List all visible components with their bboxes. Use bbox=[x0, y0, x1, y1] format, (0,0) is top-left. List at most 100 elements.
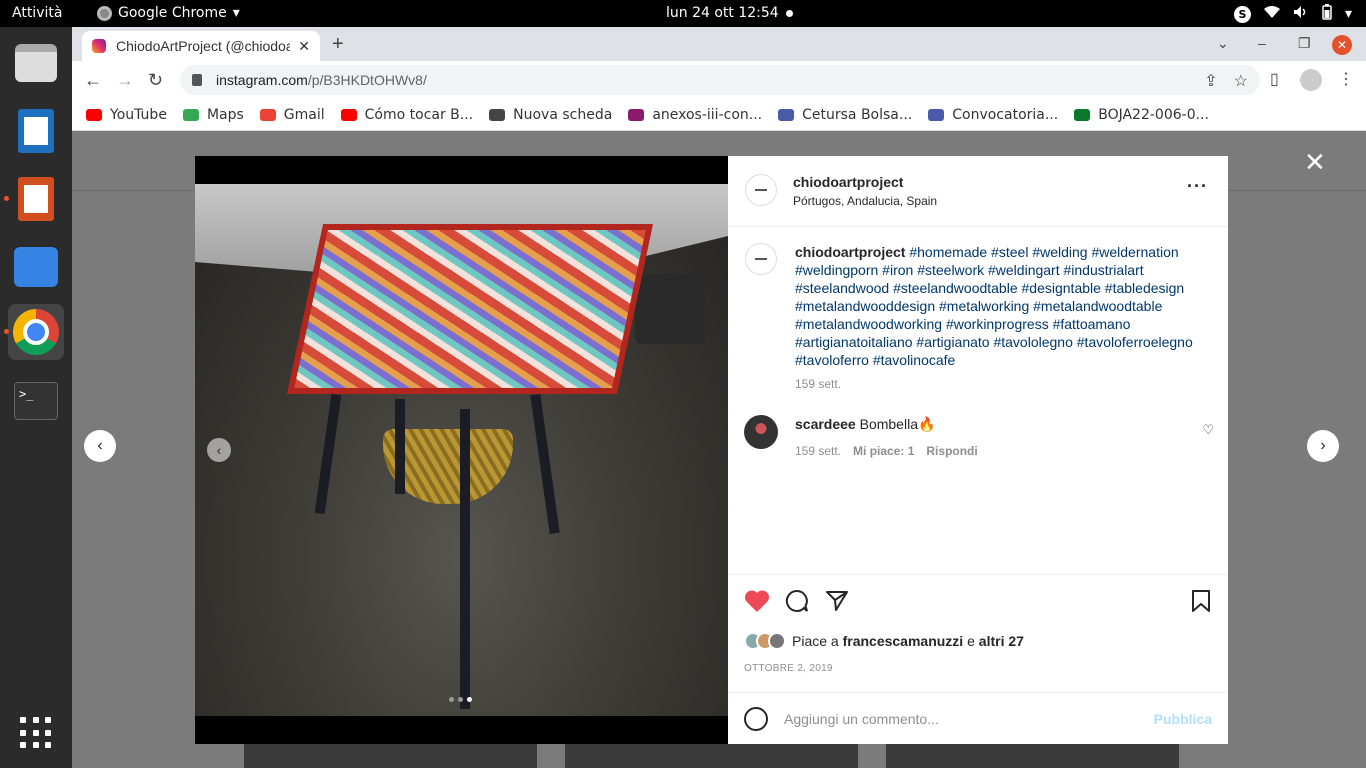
bookmark-cetursa[interactable]: Cetursa Bolsa... bbox=[778, 107, 912, 123]
dock-chrome[interactable] bbox=[4, 304, 64, 360]
post-photo[interactable]: ‹ bbox=[195, 156, 728, 744]
comment-age: 159 sett. bbox=[795, 444, 842, 458]
like-comment-icon[interactable]: ♡ bbox=[1202, 422, 1214, 438]
comment-likes-link[interactable]: Mi piace: 1 bbox=[853, 444, 914, 458]
side-panel-icon[interactable]: ▯ bbox=[1270, 69, 1279, 89]
skype-icon[interactable]: S bbox=[1233, 5, 1251, 23]
new-tab-button[interactable]: + bbox=[332, 33, 344, 56]
activities-button[interactable]: Attività bbox=[12, 5, 62, 21]
files-icon bbox=[15, 44, 57, 82]
lock-icon bbox=[192, 74, 202, 86]
likes-summary: Piace a francescamanuzzi e altri 27 bbox=[744, 632, 1024, 650]
browser-window: ChiodoArtProject (@chiodoartproject) ✕ +… bbox=[72, 27, 1366, 768]
dock-files[interactable] bbox=[8, 35, 64, 91]
app-menu-label: Google Chrome bbox=[118, 5, 227, 21]
add-comment-bar: Pubblica bbox=[728, 692, 1228, 745]
like-heart-icon[interactable] bbox=[744, 589, 770, 620]
clock[interactable]: lun 24 ott 12:54 bbox=[666, 5, 779, 21]
carousel-dot bbox=[449, 697, 454, 702]
comment-text: Bombella🔥 bbox=[859, 416, 936, 432]
caption-hashtags[interactable]: #homemade #steel #welding #weldernation … bbox=[795, 244, 1193, 368]
bookmark-maps[interactable]: Maps bbox=[182, 107, 244, 123]
bookmark-nuova-scheda[interactable]: Nuova scheda bbox=[489, 107, 612, 123]
gmail-icon bbox=[259, 108, 276, 121]
dock-writer[interactable] bbox=[8, 103, 64, 159]
forward-button[interactable]: → bbox=[116, 70, 134, 91]
more-options-icon[interactable]: ··· bbox=[1187, 176, 1208, 197]
post-location[interactable]: Pórtugos, Andalucia, Spain bbox=[793, 194, 937, 208]
running-indicator bbox=[4, 329, 9, 334]
app-menu[interactable]: Google Chrome ▾ bbox=[97, 5, 240, 21]
publish-button[interactable]: Pubblica bbox=[1154, 711, 1212, 727]
profile-avatar[interactable] bbox=[1300, 69, 1322, 96]
dock-terminal[interactable]: >_ bbox=[8, 373, 64, 429]
next-post-button[interactable]: › bbox=[1307, 430, 1339, 462]
post-header: chiodoartproject Pórtugos, Andalucia, Sp… bbox=[728, 156, 1228, 227]
bookmark-youtube[interactable]: YouTube bbox=[86, 107, 167, 123]
post-actions: Piace a francescamanuzzi e altri 27 OTTO… bbox=[728, 574, 1228, 744]
bookmark-como-tocar[interactable]: Cómo tocar B... bbox=[340, 107, 473, 123]
circle-icon bbox=[778, 108, 795, 121]
caption-username[interactable]: chiodoartproject bbox=[795, 244, 905, 260]
chevron-down-icon: ▾ bbox=[232, 5, 240, 21]
chrome-small-icon bbox=[97, 5, 112, 21]
dock-impress[interactable] bbox=[4, 171, 64, 227]
maximize-button[interactable]: ❐ bbox=[1298, 35, 1311, 52]
close-tab-icon[interactable]: ✕ bbox=[298, 38, 310, 55]
software-store-icon bbox=[14, 247, 58, 287]
post-date: OTTOBRE 2, 2019 bbox=[744, 663, 833, 674]
reply-link[interactable]: Rispondi bbox=[926, 444, 977, 458]
globe-icon bbox=[489, 108, 506, 121]
reload-button[interactable]: ↻ bbox=[148, 70, 163, 91]
likes-others-link[interactable]: altri 27 bbox=[979, 633, 1024, 649]
table-photo-image bbox=[195, 184, 728, 716]
emoji-icon[interactable] bbox=[744, 707, 768, 731]
caption-age: 159 sett. bbox=[795, 377, 842, 391]
tab-strip: ChiodoArtProject (@chiodoartproject) ✕ +… bbox=[72, 27, 1366, 61]
avatar[interactable] bbox=[745, 174, 777, 206]
carousel-dot bbox=[458, 697, 463, 702]
wifi-icon bbox=[1263, 5, 1281, 23]
bookmark-boja[interactable]: BOJA22-006-0... bbox=[1074, 107, 1209, 123]
comment-input[interactable] bbox=[784, 711, 1154, 727]
comment: scardeee Bombella🔥 bbox=[795, 416, 935, 433]
bookmark-star-icon[interactable]: ☆ bbox=[1234, 71, 1248, 91]
liker-username[interactable]: francescamanuzzi bbox=[843, 633, 964, 649]
comment-bubble-icon[interactable] bbox=[785, 589, 809, 620]
post-username[interactable]: chiodoartproject bbox=[793, 174, 937, 190]
system-tray[interactable]: S ▾ bbox=[1233, 4, 1352, 24]
chrome-icon bbox=[13, 309, 59, 355]
circle-icon bbox=[928, 108, 945, 121]
carousel-indicator bbox=[449, 697, 472, 702]
instagram-favicon-icon bbox=[92, 39, 106, 53]
avatar[interactable] bbox=[745, 243, 777, 275]
address-bar[interactable]: instagram.com/p/B3HKDtOHWv8/ ⇪ ☆ bbox=[180, 65, 1260, 95]
close-window-button[interactable]: ✕ bbox=[1332, 35, 1352, 55]
terminal-icon: >_ bbox=[14, 382, 58, 420]
bookmark-anexos[interactable]: anexos-iii-con... bbox=[628, 107, 762, 123]
tab-instagram[interactable]: ChiodoArtProject (@chiodoartproject) ✕ bbox=[82, 31, 320, 61]
notification-dot-icon bbox=[786, 10, 793, 17]
chevron-down-icon: ▾ bbox=[1344, 6, 1352, 22]
share-icon[interactable]: ⇪ bbox=[1204, 71, 1217, 91]
dock-software[interactable] bbox=[8, 239, 64, 295]
close-modal-icon[interactable]: ✕ bbox=[1304, 147, 1326, 178]
browser-toolbar: ← → ↻ instagram.com/p/B3HKDtOHWv8/ ⇪ ☆ ▯… bbox=[72, 61, 1366, 99]
carousel-prev-button[interactable]: ‹ bbox=[207, 438, 231, 462]
commenter-avatar[interactable] bbox=[744, 415, 778, 449]
bookmark-gmail[interactable]: Gmail bbox=[259, 107, 325, 123]
show-applications-icon[interactable] bbox=[20, 717, 52, 749]
share-paper-plane-icon[interactable] bbox=[825, 589, 849, 620]
previous-post-button[interactable]: ‹ bbox=[84, 430, 116, 462]
minimize-button[interactable]: – bbox=[1258, 35, 1266, 51]
junta-icon bbox=[1074, 108, 1091, 121]
bookmark-convocatoria[interactable]: Convocatoria... bbox=[928, 107, 1058, 123]
browser-menu-icon[interactable]: ⋮ bbox=[1338, 69, 1354, 89]
tab-search-icon[interactable]: ⌄ bbox=[1217, 35, 1229, 52]
carousel-dot bbox=[467, 697, 472, 702]
system-top-bar: Attività Google Chrome ▾ lun 24 ott 12:5… bbox=[0, 0, 1366, 27]
back-button[interactable]: ← bbox=[84, 70, 102, 91]
comment-username[interactable]: scardeee bbox=[795, 416, 856, 432]
writer-icon bbox=[18, 109, 54, 153]
save-bookmark-icon[interactable] bbox=[1191, 589, 1211, 620]
